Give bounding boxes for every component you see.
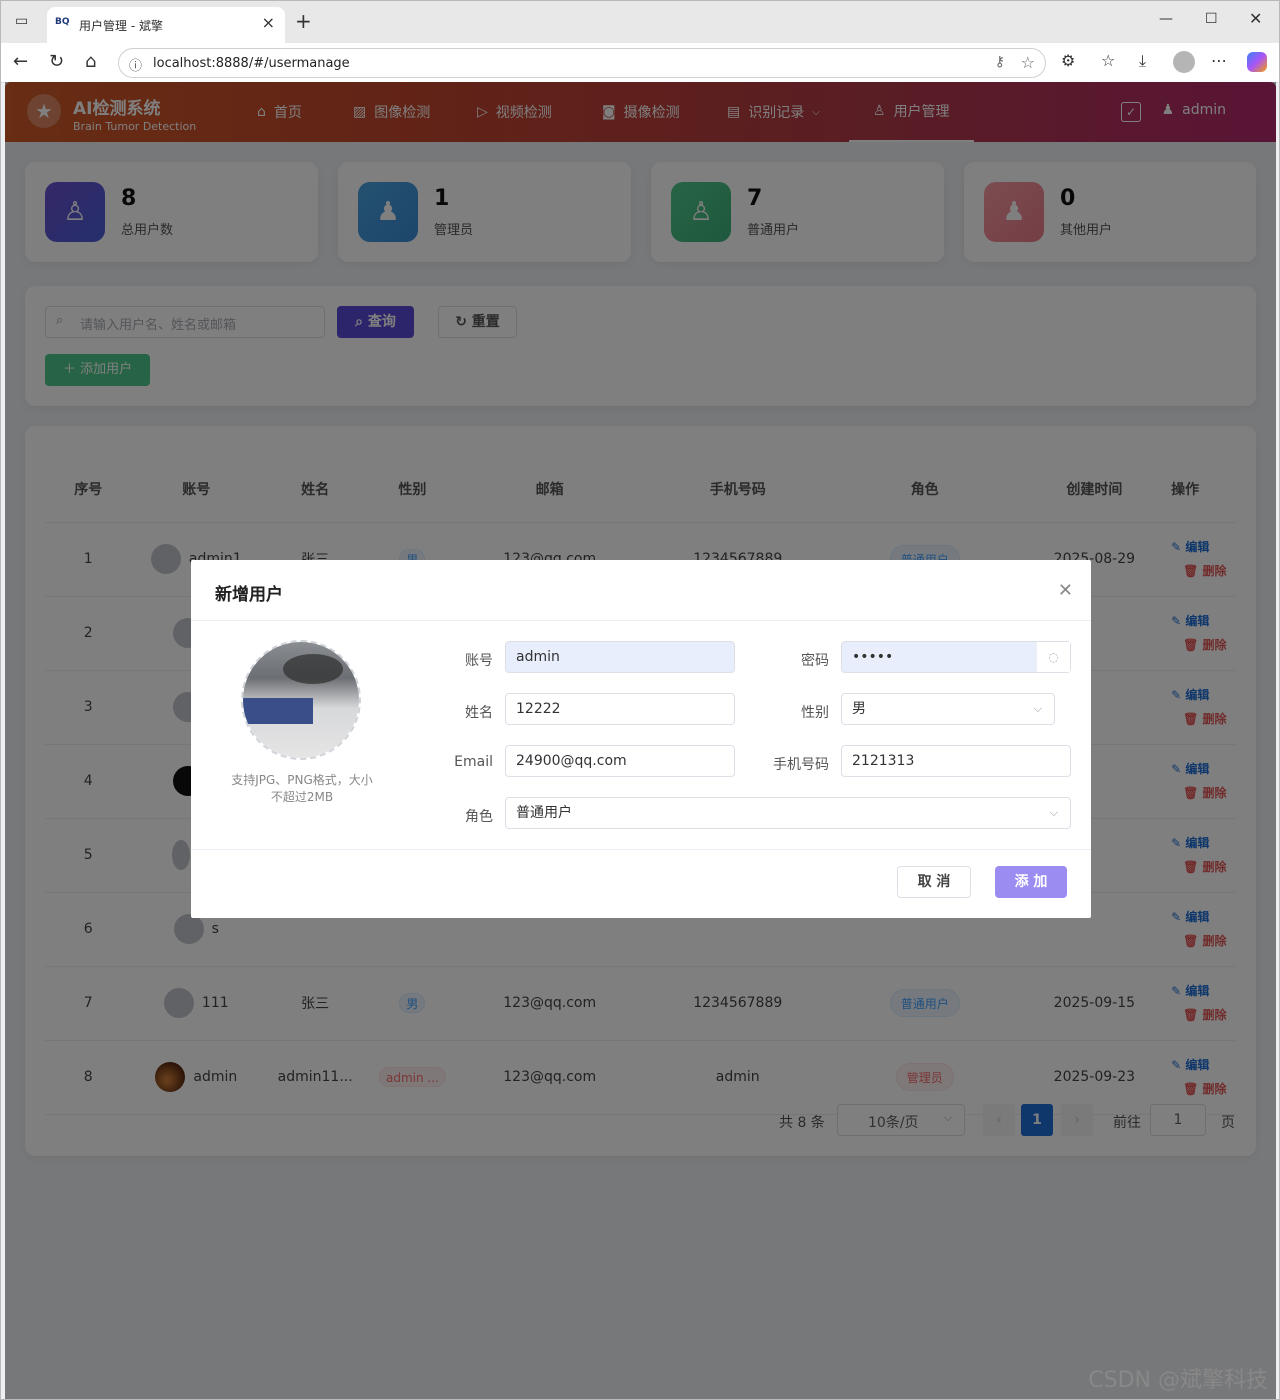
submit-button[interactable]: 添 加 (995, 866, 1067, 898)
address-bar: ← ↻ ⌂ ⓘ localhost:8888/#/usermanage ⚷ ☆ … (1, 43, 1279, 83)
favicon-icon: BQ (55, 17, 70, 27)
close-window-icon[interactable]: ✕ (1249, 9, 1262, 28)
profile-avatar[interactable] (1173, 51, 1195, 73)
name-field[interactable]: 12222 (505, 693, 735, 725)
chevron-down-icon: ⌵ (1049, 806, 1058, 819)
page-content: ★ AI检测系统 Brain Tumor Detection ⌂首页 ▨图像检测… (5, 82, 1276, 1399)
minimize-icon[interactable]: — (1159, 11, 1173, 27)
key-icon[interactable]: ⚷ (995, 54, 1005, 70)
password-field[interactable]: ••••• ◌ (841, 641, 1071, 673)
refresh-icon[interactable]: ↻ (49, 51, 64, 72)
name-label: 姓名 (465, 705, 493, 721)
email-label: Email (454, 754, 493, 770)
role-select[interactable]: 普通用户 ⌵ (505, 797, 1071, 829)
back-icon[interactable]: ← (13, 51, 28, 72)
gender-label: 性别 (801, 705, 829, 721)
url-field[interactable]: ⓘ localhost:8888/#/usermanage ⚷ ☆ (118, 48, 1046, 78)
cancel-button[interactable]: 取 消 (897, 866, 971, 898)
dialog-title: 新增用户 (215, 585, 283, 605)
chevron-down-icon: ⌵ (1033, 702, 1042, 715)
tab-actions-icon[interactable]: ▭ (15, 13, 28, 29)
email-field[interactable]: 24900@qq.com (505, 745, 735, 777)
close-tab-icon[interactable]: × (262, 13, 275, 32)
title-bar: ▭ BQ 用户管理 - 斌擎 × + — ☐ ✕ (1, 1, 1279, 43)
url-text: localhost:8888/#/usermanage (153, 56, 350, 71)
divider (191, 620, 1091, 621)
account-label: 账号 (465, 653, 493, 669)
phone-field[interactable]: 2121313 (841, 745, 1071, 777)
role-value: 普通用户 (516, 805, 572, 821)
eye-off-icon[interactable]: ◌ (1036, 642, 1070, 672)
password-label: 密码 (801, 653, 829, 669)
more-menu-icon[interactable]: ⋯ (1211, 51, 1227, 70)
add-user-dialog: 新增用户 ✕ 支持JPG、PNG格式，大小不超过2MB 账号 admin 密码 … (191, 560, 1091, 918)
password-value: ••••• (852, 649, 894, 665)
avatar-upload[interactable] (241, 640, 361, 760)
extensions-icon[interactable]: ⚙ (1061, 51, 1075, 70)
browser-window: ▭ BQ 用户管理 - 斌擎 × + — ☐ ✕ ← ↻ ⌂ ⓘ localho… (0, 0, 1280, 1400)
avatar-preview-smoke (283, 654, 343, 684)
browser-tab[interactable]: BQ 用户管理 - 斌擎 × (47, 7, 285, 43)
phone-label: 手机号码 (773, 757, 829, 773)
home-icon[interactable]: ⌂ (85, 51, 96, 72)
close-icon[interactable]: ✕ (1058, 580, 1073, 601)
tab-title: 用户管理 - 斌擎 (79, 19, 163, 33)
maximize-icon[interactable]: ☐ (1205, 11, 1218, 27)
favorites-icon[interactable]: ☆ (1101, 51, 1115, 70)
upload-hint: 支持JPG、PNG格式，大小不超过2MB (231, 773, 373, 804)
favorite-star-icon[interactable]: ☆ (1021, 53, 1035, 72)
download-icon[interactable]: ⤓ (1139, 51, 1146, 71)
gender-select[interactable]: 男 ⌵ (841, 693, 1055, 725)
gender-value: 男 (852, 701, 866, 717)
avatar-preview-shape (243, 698, 313, 724)
divider (191, 849, 1091, 850)
watermark: CSDN @斌擎科技 (1088, 1368, 1268, 1393)
copilot-icon[interactable] (1247, 52, 1267, 72)
account-field[interactable]: admin (505, 641, 735, 673)
site-info-icon[interactable]: ⓘ (129, 55, 142, 74)
role-label: 角色 (465, 809, 493, 825)
new-tab-icon[interactable]: + (295, 9, 312, 33)
